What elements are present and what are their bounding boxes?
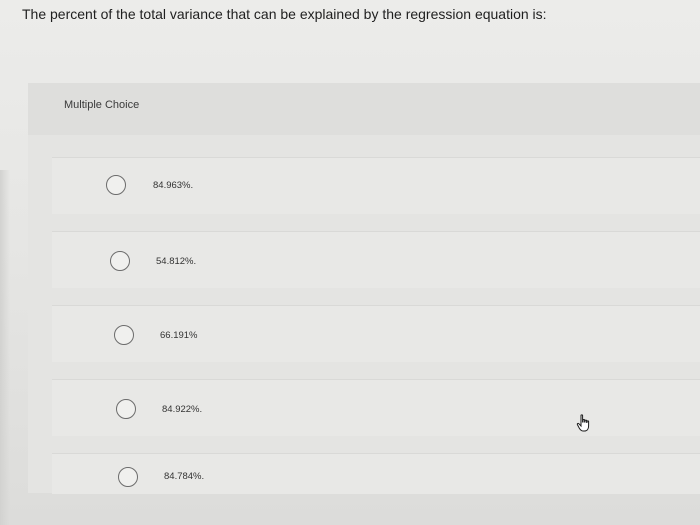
question-text: The percent of the total variance that c… [22,6,547,22]
option-5[interactable]: 84.784%. [52,453,700,494]
radio-button[interactable] [118,467,138,487]
option-2[interactable]: 54.812%. [52,231,700,288]
page-shadow [0,170,10,525]
option-1[interactable]: 84.963%. [52,157,700,214]
radio-button[interactable] [106,175,126,195]
option-label: 84.922%. [162,404,203,415]
option-3[interactable]: 66.191% [52,305,700,362]
radio-button[interactable] [116,399,136,419]
multiple-choice-label: Multiple Choice [64,99,140,111]
option-label: 54.812%. [156,256,197,267]
radio-button[interactable] [114,325,134,345]
option-label: 66.191% [160,330,198,341]
option-label: 84.784%. [164,471,205,482]
multiple-choice-panel: Multiple Choice 84.963%. 54.812%. 66.191… [28,83,700,494]
option-4[interactable]: 84.922%. [52,379,700,436]
multiple-choice-header: Multiple Choice [28,83,700,135]
hand-pointer-icon [576,414,592,432]
option-label: 84.963%. [153,180,194,191]
radio-button[interactable] [110,251,130,271]
